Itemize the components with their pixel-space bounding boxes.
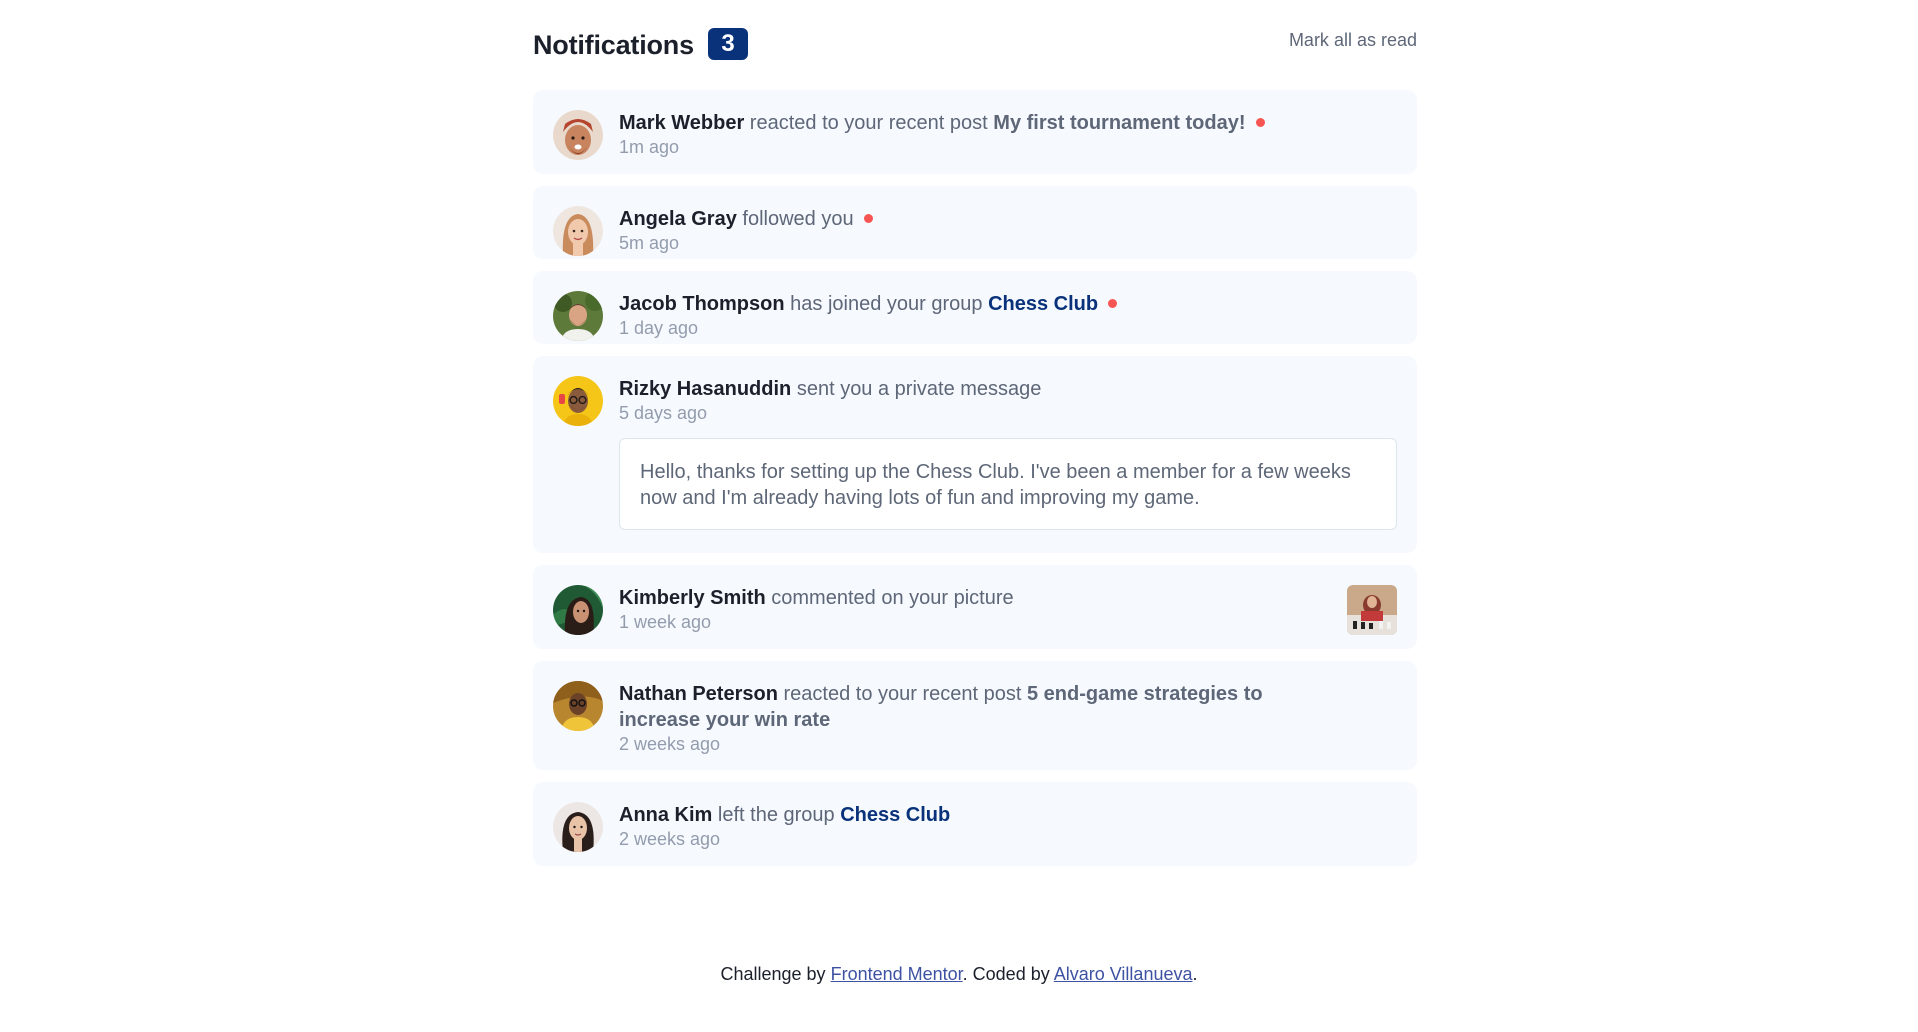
- frontend-mentor-link[interactable]: Frontend Mentor: [831, 964, 963, 984]
- action-text: left the group: [717, 804, 835, 826]
- timestamp: 5 days ago: [619, 403, 708, 423]
- timestamp: 5m ago: [619, 233, 680, 253]
- notification-text: Jacob Thompson has joined your group Che…: [619, 291, 1397, 317]
- notification-text: Anna Kim left the group Chess Club: [619, 802, 1397, 828]
- user-name[interactable]: Rizky Hasanuddin: [619, 378, 791, 400]
- notification-item[interactable]: Anna Kim left the group Chess Club 2 wee…: [533, 782, 1417, 866]
- notification-text: Angela Gray followed you: [619, 206, 1397, 232]
- private-message[interactable]: Hello, thanks for setting up the Chess C…: [619, 438, 1397, 530]
- notification-item[interactable]: Kimberly Smith commented on your picture…: [533, 565, 1417, 649]
- action-text: has joined your group: [790, 293, 983, 315]
- timestamp: 1m ago: [619, 137, 680, 157]
- action-text: reacted to your recent post: [749, 112, 988, 134]
- post-link[interactable]: My first tournament today!: [993, 112, 1245, 134]
- timestamp: 2 weeks ago: [619, 734, 721, 754]
- notification-item[interactable]: Jacob Thompson has joined your group Che…: [533, 271, 1417, 344]
- action-text: commented on your picture: [771, 587, 1014, 609]
- avatar-mark-webber[interactable]: [553, 110, 603, 160]
- author-link[interactable]: Alvaro Villanueva: [1054, 964, 1193, 984]
- footer-suffix: .: [1192, 964, 1198, 984]
- avatar-angela-gray[interactable]: [553, 206, 603, 256]
- unread-dot: [1108, 299, 1118, 309]
- page-title: Notifications: [533, 30, 694, 60]
- action-text: sent you a private message: [796, 378, 1042, 400]
- notification-item[interactable]: Nathan Peterson reacted to your recent p…: [533, 661, 1417, 770]
- notifications-panel: Notifications 3 Mark all as read Mark We…: [533, 20, 1417, 878]
- unread-count-badge: 3: [708, 28, 748, 60]
- user-name[interactable]: Angela Gray: [619, 208, 737, 230]
- chess-picture-thumbnail[interactable]: [1347, 585, 1397, 635]
- notification-text: Rizky Hasanuddin sent you a private mess…: [619, 376, 1397, 402]
- user-name[interactable]: Anna Kim: [619, 804, 712, 826]
- notification-item[interactable]: Angela Gray followed you 5m ago: [533, 186, 1417, 259]
- header: Notifications 3 Mark all as read: [533, 20, 1417, 68]
- mark-all-read-button[interactable]: Mark all as read: [1289, 30, 1417, 51]
- timestamp: 1 week ago: [619, 612, 712, 632]
- unread-dot: [1255, 118, 1265, 128]
- timestamp: 1 day ago: [619, 318, 699, 338]
- avatar-jacob-thompson[interactable]: [553, 291, 603, 341]
- group-link[interactable]: Chess Club: [988, 293, 1098, 315]
- notification-item[interactable]: Mark Webber reacted to your recent post …: [533, 90, 1417, 174]
- unread-dot: [863, 214, 873, 224]
- avatar-rizky-hasanuddin[interactable]: [553, 376, 603, 426]
- page: Notifications 3 Mark all as read Mark We…: [0, 0, 1918, 1032]
- notification-text: Kimberly Smith commented on your picture: [619, 585, 1397, 611]
- avatar-kimberly-smith[interactable]: [553, 585, 603, 635]
- attribution-footer: Challenge by Frontend Mentor. Coded by A…: [0, 964, 1918, 985]
- avatar-nathan-peterson[interactable]: [553, 681, 603, 731]
- timestamp: 2 weeks ago: [619, 829, 721, 849]
- action-text: followed you: [742, 208, 854, 230]
- group-link[interactable]: Chess Club: [840, 804, 950, 826]
- user-name[interactable]: Nathan Peterson: [619, 683, 778, 705]
- action-text: reacted to your recent post: [783, 683, 1022, 705]
- user-name[interactable]: Kimberly Smith: [619, 587, 766, 609]
- avatar-anna-kim[interactable]: [553, 802, 603, 852]
- notification-text: Nathan Peterson reacted to your recent p…: [619, 681, 1397, 733]
- footer-prefix: Challenge by: [720, 964, 826, 984]
- notification-text: Mark Webber reacted to your recent post …: [619, 110, 1397, 136]
- footer-middle: . Coded by: [962, 964, 1050, 984]
- user-name[interactable]: Jacob Thompson: [619, 293, 785, 315]
- user-name[interactable]: Mark Webber: [619, 112, 744, 134]
- notification-item[interactable]: Rizky Hasanuddin sent you a private mess…: [533, 356, 1417, 553]
